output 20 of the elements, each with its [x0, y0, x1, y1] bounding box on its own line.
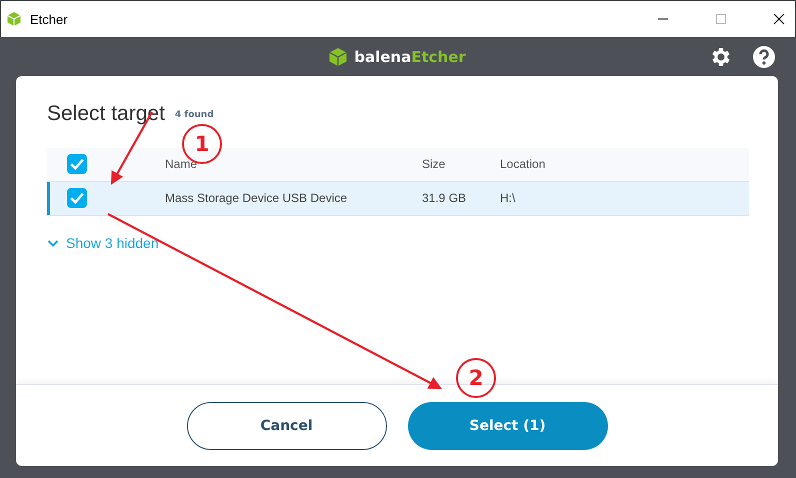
table-cell: Mass Storage Device USB Device [165, 191, 348, 205]
select-all-checkbox[interactable] [67, 154, 87, 174]
column-header: Location [500, 157, 546, 172]
column-header: Name [165, 157, 198, 172]
close-icon[interactable] [773, 13, 785, 25]
table-cell: 31.9 GB [422, 191, 466, 205]
found-count: 4 found [174, 110, 214, 120]
app-icon [6, 11, 22, 27]
brand-name: balena [354, 48, 412, 66]
window-title: Etcher [30, 12, 68, 26]
dialog-title: Select target [47, 102, 165, 126]
step-marker: 2 [456, 358, 496, 398]
brand-name: Etcher [411, 48, 466, 66]
help-icon[interactable] [752, 45, 776, 69]
select-button[interactable]: Select (1) [408, 402, 608, 450]
cancel-button[interactable]: Cancel [186, 402, 386, 450]
table-cell: H:\ [500, 191, 516, 205]
cube-icon [328, 46, 348, 66]
row-checkbox[interactable] [67, 188, 87, 208]
column-header: Size [422, 157, 446, 172]
